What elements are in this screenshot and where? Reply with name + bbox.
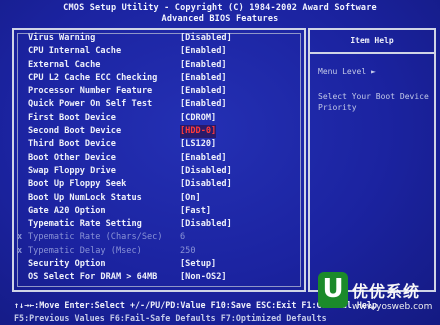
setting-external-cache[interactable]: External Cache [Enabled] (28, 59, 304, 72)
watermark-logo-glyph: U (322, 274, 344, 304)
disabled-marker: x (17, 232, 23, 243)
setting-value[interactable]: [LS120] (180, 138, 216, 151)
setting-value[interactable]: [Disabled] (180, 218, 232, 231)
item-help-title: Item Help (310, 30, 434, 54)
setting-label: Typematic Rate Setting (28, 219, 142, 230)
setting-label: CPU L2 Cache ECC Checking (28, 72, 158, 83)
setting-value[interactable]: [Disabled] (180, 178, 232, 191)
setting-floppy-seek[interactable]: Boot Up Floppy Seek [Disabled] (28, 178, 304, 191)
setting-value[interactable]: [Enabled] (180, 45, 227, 58)
setting-security-option[interactable]: Security Option [Setup] (28, 258, 304, 271)
bios-header: CMOS Setup Utility - Copyright (C) 1984-… (0, 0, 440, 30)
setting-label: Swap Floppy Drive (28, 165, 116, 176)
setting-value[interactable]: [Enabled] (180, 72, 227, 85)
setting-value[interactable]: [Enabled] (180, 152, 227, 165)
setting-value[interactable]: [Enabled] (180, 85, 227, 98)
setting-label: Boot Other Device (28, 152, 116, 163)
setting-label: Second Boot Device (28, 126, 122, 137)
setting-label: Typematic Rate (Chars/Sec) (28, 232, 163, 243)
setting-typematic-rate-setting[interactable]: Typematic Rate Setting [Disabled] (28, 218, 304, 231)
setting-value-selected[interactable]: [HDD-0] (180, 125, 217, 139)
setting-label: Boot Up Floppy Seek (28, 179, 127, 190)
setting-label: Security Option (28, 259, 106, 270)
setting-boot-other-device[interactable]: Boot Other Device [Enabled] (28, 152, 304, 165)
setting-numlock-status[interactable]: Boot Up NumLock Status [On] (28, 192, 304, 205)
key-legend-line-2: F5:Previous Values F6:Fail-Safe Defaults… (14, 313, 327, 323)
setting-label: CPU Internal Cache (28, 46, 122, 57)
setting-label: First Boot Device (28, 112, 116, 123)
setting-label: Typematic Delay (Msec) (28, 245, 142, 256)
setting-label: Boot Up NumLock Status (28, 192, 142, 203)
watermark-logo-icon: U (318, 272, 348, 308)
watermark-text: 优优系统 (352, 282, 421, 301)
setting-value[interactable]: [Setup] (180, 258, 216, 271)
settings-list: Virus Warning [Disabled] CPU Internal Cac… (17, 32, 304, 285)
setting-value[interactable]: [Non-OS2] (180, 271, 227, 284)
setting-label: Virus Warning (28, 33, 96, 43)
setting-typematic-rate: x Typematic Rate (Chars/Sec) 6 (17, 231, 304, 244)
setting-value[interactable]: [On] (180, 192, 201, 205)
setting-value: 6 (180, 232, 186, 243)
header-copyright: CMOS Setup Utility - Copyright (C) 1984-… (63, 3, 377, 13)
setting-label: Gate A20 Option (28, 205, 106, 216)
item-help-panel: Item Help Menu Level ► Select Your Boot … (308, 28, 436, 292)
setting-quick-post[interactable]: Quick Power On Self Test [Enabled] (28, 98, 304, 111)
setting-value[interactable]: [Disabled] (180, 165, 232, 178)
setting-label: OS Select For DRAM > 64MB (28, 272, 158, 283)
setting-virus-warning[interactable]: Virus Warning [Disabled] (28, 32, 304, 45)
setting-first-boot-device[interactable]: First Boot Device [CDROM] (28, 112, 304, 125)
setting-value: 250 (180, 245, 196, 256)
setting-value[interactable]: [Fast] (180, 205, 211, 218)
item-help-body: Menu Level ► Select Your Boot Device Pri… (318, 66, 430, 113)
setting-os-select-dram[interactable]: OS Select For DRAM > 64MB [Non-OS2] (28, 271, 304, 284)
watermark-url: www.yosweb.com (352, 302, 433, 312)
setting-value[interactable]: [CDROM] (180, 112, 216, 125)
setting-label: Processor Number Feature (28, 86, 153, 97)
setting-cpu-internal-cache[interactable]: CPU Internal Cache [Enabled] (28, 45, 304, 58)
setting-processor-number[interactable]: Processor Number Feature [Enabled] (28, 85, 304, 98)
setting-second-boot-device[interactable]: Second Boot Device [HDD-0] (28, 125, 304, 139)
disabled-marker: x (17, 245, 23, 256)
setting-cpu-l2-ecc[interactable]: CPU L2 Cache ECC Checking [Enabled] (28, 72, 304, 85)
setting-value[interactable]: [Disabled] (180, 32, 232, 45)
site-watermark: U 优优系统 www.yosweb.com (318, 272, 438, 320)
setting-typematic-delay: x Typematic Delay (Msec) 250 (17, 245, 304, 258)
bios-screen: CMOS Setup Utility - Copyright (C) 1984-… (0, 0, 440, 325)
setting-label: Quick Power On Self Test (28, 99, 153, 110)
setting-gate-a20[interactable]: Gate A20 Option [Fast] (28, 205, 304, 218)
item-help-text: Select Your Boot Device Priority (318, 92, 429, 112)
setting-third-boot-device[interactable]: Third Boot Device [LS120] (28, 138, 304, 151)
menu-level-indicator: Menu Level ► (318, 67, 376, 76)
header-page-title: Advanced BIOS Features (161, 14, 279, 24)
setting-value[interactable]: [Enabled] (180, 59, 227, 72)
setting-value[interactable]: [Enabled] (180, 98, 227, 111)
setting-swap-floppy[interactable]: Swap Floppy Drive [Disabled] (28, 165, 304, 178)
setting-label: External Cache (28, 59, 101, 70)
setting-label: Third Boot Device (28, 139, 116, 150)
